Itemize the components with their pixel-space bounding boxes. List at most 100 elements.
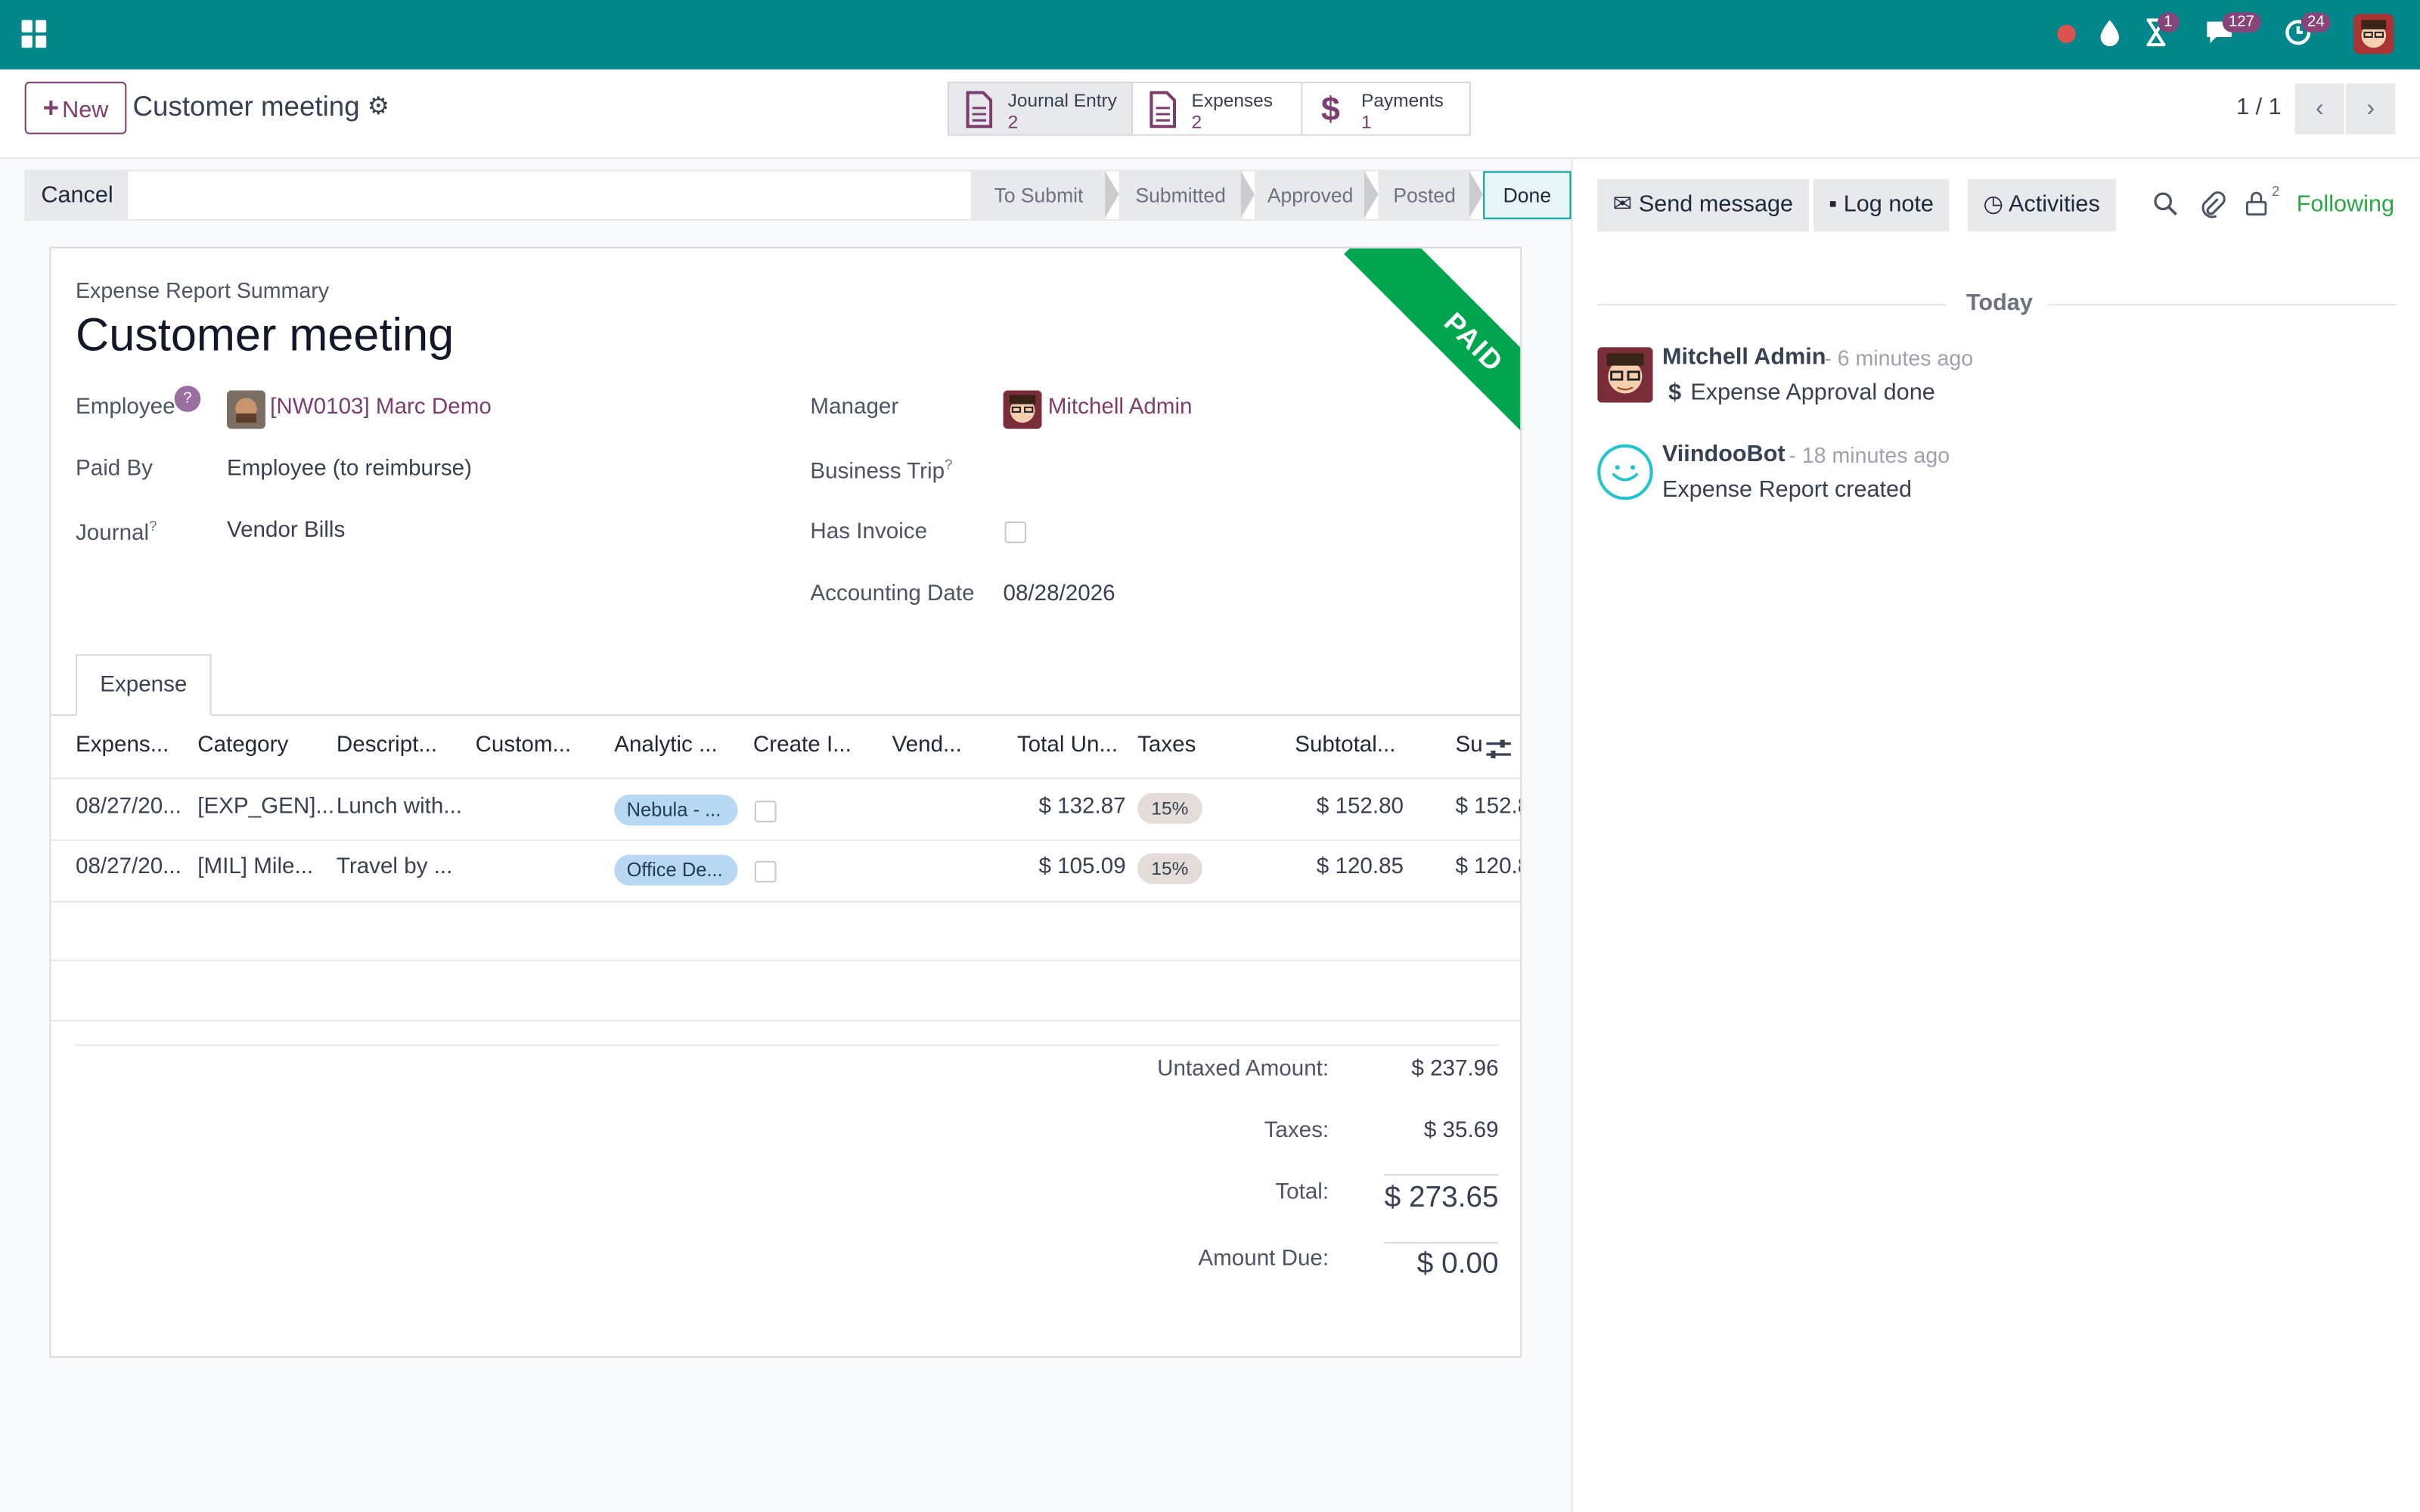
- employee-avatar: [226, 390, 266, 429]
- accounting-date-label: Accounting Date: [810, 581, 975, 607]
- help-tooltip-icon[interactable]: ?: [174, 386, 201, 412]
- untaxed-amount-value: $ 237.96: [1411, 1056, 1499, 1082]
- activities-button[interactable]: ◷ Activities: [1968, 178, 2116, 232]
- page-title[interactable]: Customer meeting: [76, 310, 454, 362]
- paperclip-icon[interactable]: [2201, 191, 2226, 225]
- search-icon[interactable]: [2153, 191, 2178, 222]
- envelope-icon: ✉: [1612, 191, 1639, 218]
- business-trip-label: Business Trip?: [810, 457, 952, 484]
- cell-description: Lunch with...: [336, 795, 463, 820]
- row-divider: [51, 839, 1521, 841]
- send-message-label: Send message: [1638, 191, 1794, 218]
- activity-hourglass-icon[interactable]: 1: [2145, 12, 2179, 49]
- smart-button-label: Journal Entry: [1007, 89, 1117, 111]
- gear-icon[interactable]: ⚙: [368, 91, 389, 122]
- journal-field[interactable]: Vendor Bills: [227, 519, 345, 544]
- user-avatar[interactable]: [2353, 14, 2394, 54]
- message-author[interactable]: ViindooBot: [1662, 442, 1786, 468]
- employee-label: Employee: [75, 395, 175, 420]
- top-navbar: 1 127 24: [0, 0, 2420, 70]
- smart-button-count: 1: [1360, 110, 1372, 133]
- stage-separator: [1240, 171, 1255, 218]
- document-icon: [966, 91, 993, 129]
- stage-posted[interactable]: Posted: [1378, 171, 1471, 219]
- new-button[interactable]: + New: [24, 82, 127, 135]
- analytic-tag: Office De...: [614, 854, 738, 886]
- cancel-button[interactable]: Cancel: [26, 171, 129, 219]
- column-header-vendor[interactable]: Vend...: [892, 733, 962, 758]
- tab-expense[interactable]: Expense: [75, 654, 212, 716]
- clock-icon: ◷: [1983, 191, 2009, 218]
- send-message-button[interactable]: ✉ Send message: [1597, 178, 1809, 232]
- accounting-date-field[interactable]: 08/28/2026: [1004, 581, 1115, 606]
- pager-value[interactable]: 1 / 1: [2236, 94, 2282, 120]
- optional-columns-icon[interactable]: [1486, 739, 1511, 761]
- stage-separator: [1469, 171, 1484, 218]
- column-header-analytic[interactable]: Analytic ...: [614, 733, 718, 758]
- stage-to-submit[interactable]: To Submit: [970, 171, 1107, 219]
- employee-field[interactable]: [NW0103] Marc Demo: [270, 395, 492, 420]
- followers-icon[interactable]: 2: [2245, 184, 2279, 222]
- message-body: $ Expense Approval done: [1668, 380, 1935, 406]
- cell-date: 08/27/20...: [75, 854, 182, 880]
- create-invoice-checkbox[interactable]: [754, 801, 777, 823]
- followers-count: 2: [2272, 183, 2280, 200]
- help-mark[interactable]: ?: [945, 457, 952, 472]
- smart-button-journal-entry[interactable]: Journal Entry 2: [948, 82, 1133, 136]
- activity-badge: 1: [2158, 12, 2179, 33]
- smart-button-expenses[interactable]: Expenses 2: [1131, 82, 1303, 136]
- date-separator-line: [2048, 304, 2397, 306]
- column-header-customer[interactable]: Custom...: [476, 733, 572, 758]
- messages-icon[interactable]: 127: [2204, 12, 2261, 49]
- message-body-text: Expense Approval done: [1690, 380, 1935, 406]
- has-invoice-label: Has Invoice: [810, 519, 928, 545]
- updates-badge: 24: [2301, 12, 2331, 33]
- following-button[interactable]: Following: [2297, 191, 2394, 218]
- help-mark[interactable]: ?: [149, 519, 157, 534]
- cell-total: $ 105.09: [1038, 854, 1126, 880]
- journal-label-text: Journal: [75, 521, 150, 547]
- dollar-icon: $: [1668, 380, 1682, 406]
- cell-date: 08/27/20...: [75, 795, 182, 820]
- taxes-label: Taxes:: [1264, 1118, 1329, 1144]
- manager-field[interactable]: Mitchell Admin: [1048, 395, 1193, 420]
- column-header-description[interactable]: Descript...: [337, 733, 437, 758]
- row-divider: [51, 1019, 1521, 1022]
- page: 1 127 24 + New Customer meeting ⚙ Journal…: [0, 0, 2420, 1512]
- column-header-total-unit[interactable]: Total Un...: [1017, 733, 1118, 758]
- stage-separator: [1105, 171, 1119, 218]
- record-status-icon[interactable]: [2057, 24, 2076, 44]
- has-invoice-checkbox[interactable]: [1004, 521, 1027, 544]
- paid-by-field[interactable]: Employee (to reimburse): [227, 457, 472, 482]
- column-header-create-invoice[interactable]: Create I...: [753, 733, 852, 758]
- apps-menu-icon[interactable]: [21, 20, 50, 48]
- log-note-button[interactable]: ▪ Log note: [1813, 178, 1950, 232]
- author-avatar[interactable]: [1597, 347, 1653, 403]
- journal-label: Journal?: [76, 519, 157, 546]
- column-header-taxes[interactable]: Taxes: [1137, 733, 1196, 758]
- bot-avatar[interactable]: [1597, 444, 1653, 500]
- stage-approved[interactable]: Approved: [1255, 171, 1367, 219]
- messages-badge: 127: [2222, 12, 2261, 33]
- pager-next-button[interactable]: ›: [2346, 83, 2396, 135]
- drop-icon[interactable]: [2099, 18, 2121, 49]
- column-header-sum[interactable]: Su: [1455, 733, 1482, 758]
- activities-label: Activities: [2008, 191, 2100, 218]
- untaxed-amount-label: Untaxed Amount:: [1157, 1056, 1329, 1082]
- amount-due-label: Amount Due:: [1198, 1246, 1329, 1272]
- smart-button-payments[interactable]: $ Payments 1: [1301, 82, 1471, 136]
- manager-label: Manager: [810, 395, 899, 420]
- message-time: - 18 minutes ago: [1789, 442, 1950, 468]
- chevron-left-icon: ‹: [2315, 95, 2324, 122]
- message-author[interactable]: Mitchell Admin: [1662, 344, 1826, 370]
- chatter-panel: ✉ Send message ▪ Log note ◷ Activities 2…: [1571, 159, 2420, 1512]
- column-header-category[interactable]: Category: [197, 733, 288, 758]
- pager-previous-button[interactable]: ‹: [2294, 83, 2344, 135]
- updates-icon[interactable]: 24: [2284, 12, 2331, 49]
- cell-sum: $ 152.8: [1455, 795, 1520, 820]
- column-header-expense-date[interactable]: Expens...: [76, 733, 169, 758]
- stage-done[interactable]: Done: [1483, 171, 1571, 219]
- create-invoice-checkbox[interactable]: [754, 860, 777, 883]
- column-header-subtotal[interactable]: Subtotal...: [1295, 733, 1395, 758]
- stage-submitted[interactable]: Submitted: [1118, 171, 1243, 219]
